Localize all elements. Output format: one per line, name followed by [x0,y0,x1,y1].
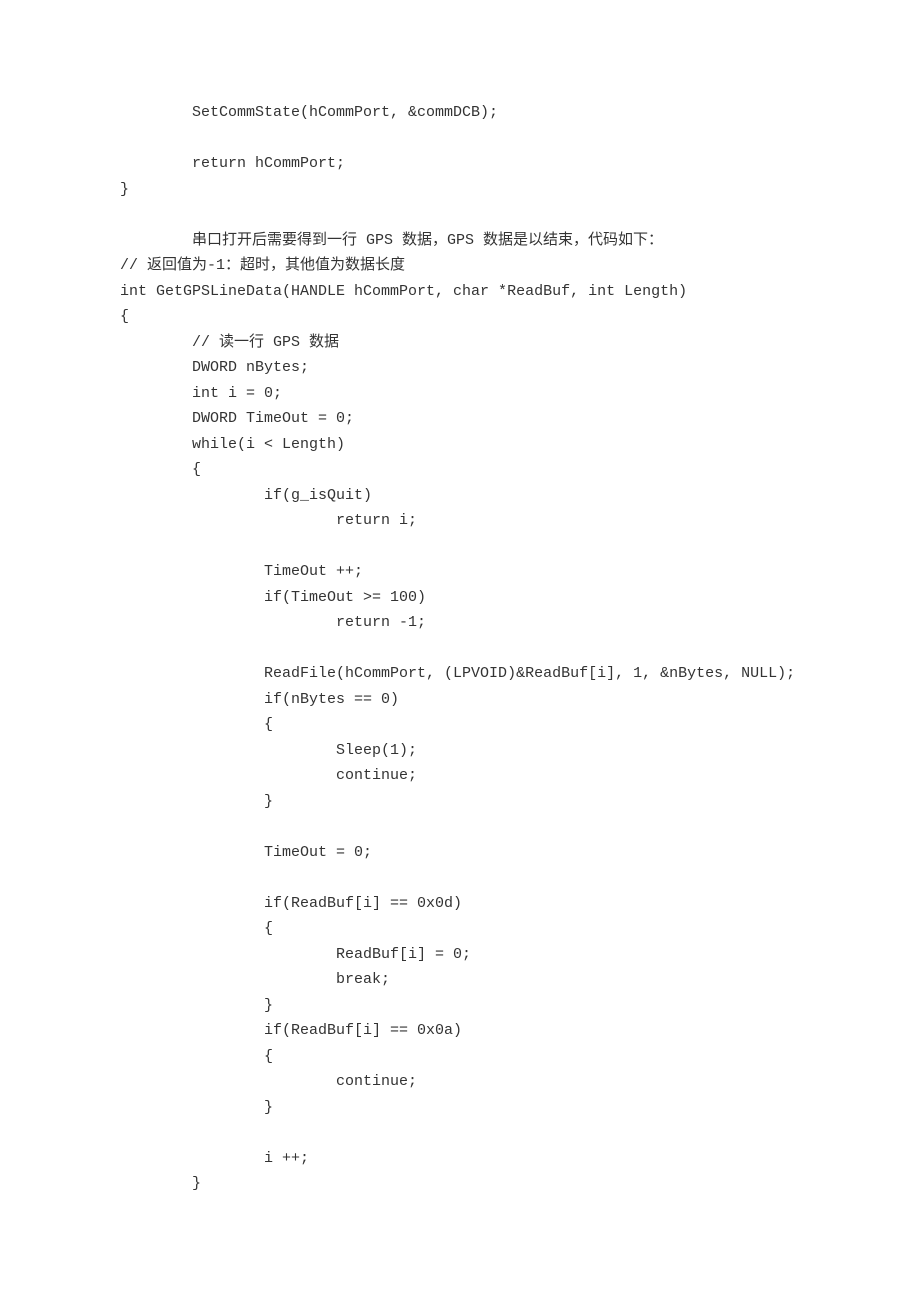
code-line: SetCommState(hCommPort, &commDCB); [120,100,800,126]
code-line: { [120,457,800,483]
code-line: while(i < Length) [120,432,800,458]
code-line: ReadFile(hCommPort, (LPVOID)&ReadBuf[i],… [120,661,800,687]
code-line [120,865,800,891]
code-line: if(nBytes == 0) [120,687,800,713]
code-line: TimeOut ++; [120,559,800,585]
code-line: DWORD TimeOut = 0; [120,406,800,432]
code-line [120,126,800,152]
code-document: SetCommState(hCommPort, &commDCB); retur… [0,0,920,1302]
code-line: return -1; [120,610,800,636]
code-line: } [120,789,800,815]
code-line: return i; [120,508,800,534]
code-line: ReadBuf[i] = 0; [120,942,800,968]
code-line [120,814,800,840]
code-line: return hCommPort; [120,151,800,177]
code-line: if(g_isQuit) [120,483,800,509]
code-line: // 返回值为-1：超时，其他值为数据长度 [120,253,800,279]
code-line: } [120,1095,800,1121]
code-line: continue; [120,763,800,789]
code-line [120,534,800,560]
code-line [120,636,800,662]
code-line: // 读一行 GPS 数据 [120,330,800,356]
code-line: TimeOut = 0; [120,840,800,866]
code-line: { [120,916,800,942]
code-line: { [120,304,800,330]
code-line [120,202,800,228]
code-line: { [120,712,800,738]
code-line: { [120,1044,800,1070]
code-line: Sleep(1); [120,738,800,764]
code-line: int i = 0; [120,381,800,407]
code-line: i ++; [120,1146,800,1172]
code-line: if(ReadBuf[i] == 0x0d) [120,891,800,917]
code-line: } [120,177,800,203]
code-line: } [120,993,800,1019]
code-line: continue; [120,1069,800,1095]
code-line: break; [120,967,800,993]
code-line [120,1120,800,1146]
code-line: int GetGPSLineData(HANDLE hCommPort, cha… [120,279,800,305]
code-line: DWORD nBytes; [120,355,800,381]
code-line: if(ReadBuf[i] == 0x0a) [120,1018,800,1044]
code-line: } [120,1171,800,1197]
code-line: 串口打开后需要得到一行 GPS 数据，GPS 数据是以结束，代码如下： [120,228,800,254]
code-line: if(TimeOut >= 100) [120,585,800,611]
